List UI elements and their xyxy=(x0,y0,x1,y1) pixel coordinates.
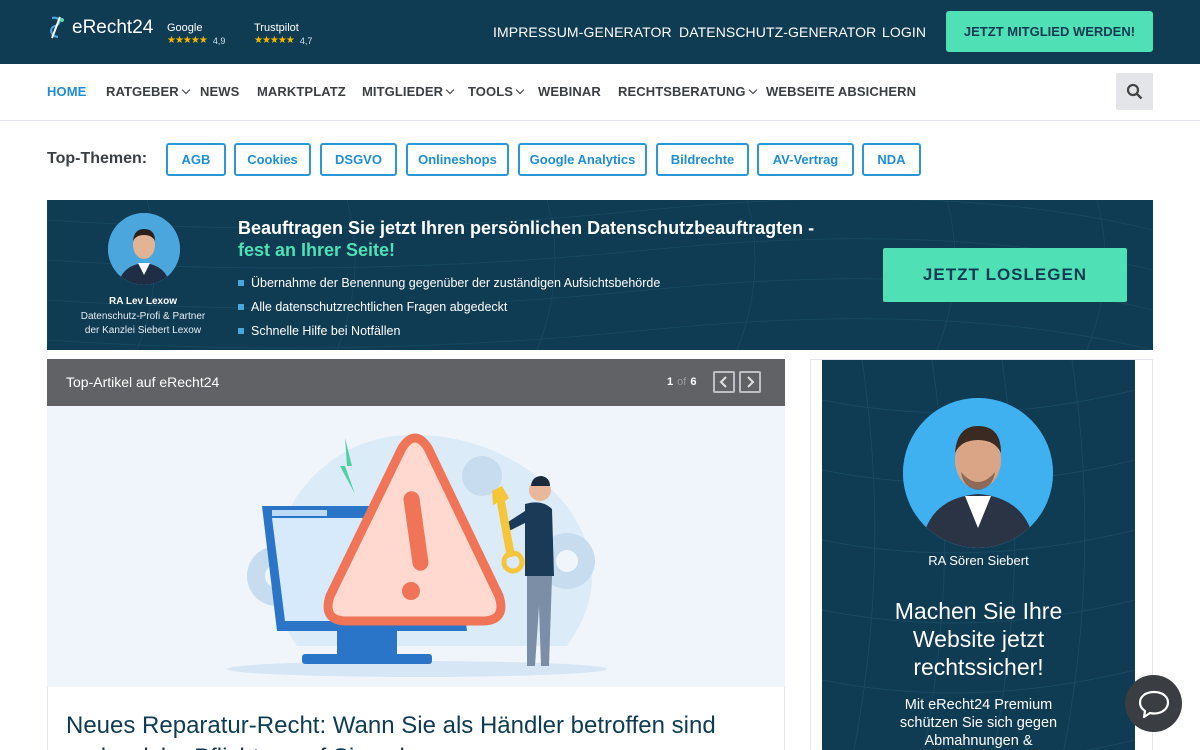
get-started-button[interactable]: JETZT LOSLEGEN xyxy=(883,248,1127,302)
nav-label: TOOLS xyxy=(468,84,514,99)
nav-label: MITGLIEDER xyxy=(362,84,444,99)
soeren-siebert-avatar xyxy=(903,398,1053,548)
chat-button[interactable] xyxy=(1125,675,1182,732)
main-nav: HOME RATGEBER NEWS MARKTPLATZ MITGLIEDER… xyxy=(0,64,1200,121)
trustpilot-rating[interactable]: Trustpilot ★★★★★ 4,7 xyxy=(254,22,312,46)
lev-lexow-avatar xyxy=(108,213,180,285)
nav-label: RECHTSBERATUNG xyxy=(618,84,746,99)
theme-tag[interactable]: Google Analytics xyxy=(518,143,647,176)
theme-tag[interactable]: DSGVO xyxy=(320,143,397,176)
chevron-left-icon xyxy=(719,376,727,388)
nav-home[interactable]: HOME xyxy=(47,84,86,99)
theme-tag[interactable]: AV-Vertrag xyxy=(757,143,854,176)
login-link[interactable]: LOGIN xyxy=(882,24,926,40)
logo[interactable]: eRecht24 xyxy=(46,14,153,42)
search-icon xyxy=(1126,83,1143,100)
nav-label: NEWS xyxy=(200,84,240,99)
dpo-banner[interactable]: RA Lev Lexow Datenschutz-Profi & Partner… xyxy=(47,200,1153,350)
chat-bubble-icon xyxy=(1138,690,1169,718)
nav-rechtsberatung[interactable]: RECHTSBERATUNG xyxy=(618,84,757,99)
sidebar-person-name: RA Sören Siebert xyxy=(928,553,1029,568)
rating-score: 4,9 xyxy=(212,35,226,46)
top-header: eRecht24 Google ★★★★★ 4,9 Trustpilot ★★★… xyxy=(0,0,1200,64)
banner-person-name: RA Lev Lexow xyxy=(109,296,177,307)
rating-score: 4,7 xyxy=(299,35,313,46)
google-rating[interactable]: Google ★★★★★ 4,9 xyxy=(167,22,225,46)
nav-label: HOME xyxy=(47,84,87,99)
nav-news[interactable]: NEWS xyxy=(200,84,239,99)
nav-mitglieder[interactable]: MITGLIEDER xyxy=(362,84,455,99)
article-illustration[interactable] xyxy=(47,406,785,687)
slide-counter: 1 of 6 xyxy=(667,376,696,388)
rating-name: Google xyxy=(167,22,203,34)
stars-icon: ★★★★★ xyxy=(167,35,208,46)
become-member-button[interactable]: JETZT MITGLIED WERDEN! xyxy=(946,11,1153,52)
slider-prev-button[interactable] xyxy=(713,371,735,393)
banner-person-role-line: der Kanzlei Siebert Lexow xyxy=(84,325,202,336)
slide-of: of xyxy=(677,376,687,388)
warning-illustration-icon xyxy=(227,433,607,677)
banner-bullet-list: Übernahme der Benennung gegenüber der zu… xyxy=(238,271,660,343)
banner-person-role: Datenschutz-Profi & Partner der Kanzlei … xyxy=(47,310,239,338)
nav-webseite-absichern[interactable]: WEBSEITE ABSICHERN xyxy=(766,84,916,99)
nav-label: MARKTPLATZ xyxy=(257,84,346,99)
chevron-down-icon xyxy=(748,85,757,95)
top-articles-header: Top-Artikel auf eRecht24 1 of 6 xyxy=(47,359,785,406)
premium-ad[interactable]: RA Sören Siebert Machen Sie Ihre Website… xyxy=(822,360,1135,750)
top-articles-title: Top-Artikel auf eRecht24 xyxy=(66,374,220,390)
impressum-generator-link[interactable]: IMPRESSUM-GENERATOR xyxy=(493,24,672,40)
logo-icon xyxy=(50,16,64,39)
slider-next-button[interactable] xyxy=(739,371,761,393)
nav-label: WEBSEITE ABSICHERN xyxy=(766,84,917,99)
stars-icon: ★★★★★ xyxy=(254,35,295,46)
chevron-right-icon xyxy=(747,376,755,388)
banner-person-role-line: Datenschutz-Profi & Partner xyxy=(80,311,206,322)
slide-total: 6 xyxy=(690,376,697,388)
chevron-down-icon xyxy=(181,85,191,95)
theme-tag[interactable]: Onlineshops xyxy=(406,143,509,176)
banner-bullet: Schnelle Hilfe bei Notfällen xyxy=(238,319,660,343)
chevron-down-icon xyxy=(445,85,455,95)
nav-webinar[interactable]: WEBINAR xyxy=(538,84,601,99)
top-themes-label: Top-Themen: xyxy=(47,150,148,167)
banner-bullet: Übernahme der Benennung gegenüber der zu… xyxy=(238,271,660,295)
nav-label: RATGEBER xyxy=(106,84,179,99)
theme-tag[interactable]: Bildrechte xyxy=(656,143,749,176)
nav-label: WEBINAR xyxy=(538,84,601,99)
article-title-link[interactable]: Neues Reparatur-Recht: Wann Sie als Händ… xyxy=(66,710,756,750)
theme-tag[interactable]: NDA xyxy=(862,143,921,176)
banner-title-accent: fest an Ihrer Seite! xyxy=(238,240,396,260)
theme-tag[interactable]: Cookies xyxy=(234,143,311,176)
nav-tools[interactable]: TOOLS xyxy=(468,84,525,99)
sidebar-headline: Machen Sie Ihre Website jetzt rechtssich… xyxy=(894,598,1063,680)
theme-tag[interactable]: AGB xyxy=(166,143,226,176)
nav-ratgeber[interactable]: RATGEBER xyxy=(106,84,191,99)
sidebar-text: Mit eRecht24 Premium schützen Sie sich g… xyxy=(899,697,1058,749)
logo-text: eRecht24 xyxy=(72,17,154,38)
nav-marktplatz[interactable]: MARKTPLATZ xyxy=(257,84,346,99)
banner-title: Beauftragen Sie jetzt Ihren persönlichen… xyxy=(238,217,814,261)
banner-title-main: Beauftragen Sie jetzt Ihren persönlichen… xyxy=(238,218,815,238)
rating-name: Trustpilot xyxy=(254,22,299,34)
banner-bullet: Alle datenschutzrechtlichen Fragen abged… xyxy=(238,295,660,319)
slide-current: 1 xyxy=(667,376,674,388)
datenschutz-generator-link[interactable]: DATENSCHUTZ-GENERATOR xyxy=(679,24,876,40)
search-button[interactable] xyxy=(1116,73,1153,110)
chevron-down-icon xyxy=(515,85,525,95)
